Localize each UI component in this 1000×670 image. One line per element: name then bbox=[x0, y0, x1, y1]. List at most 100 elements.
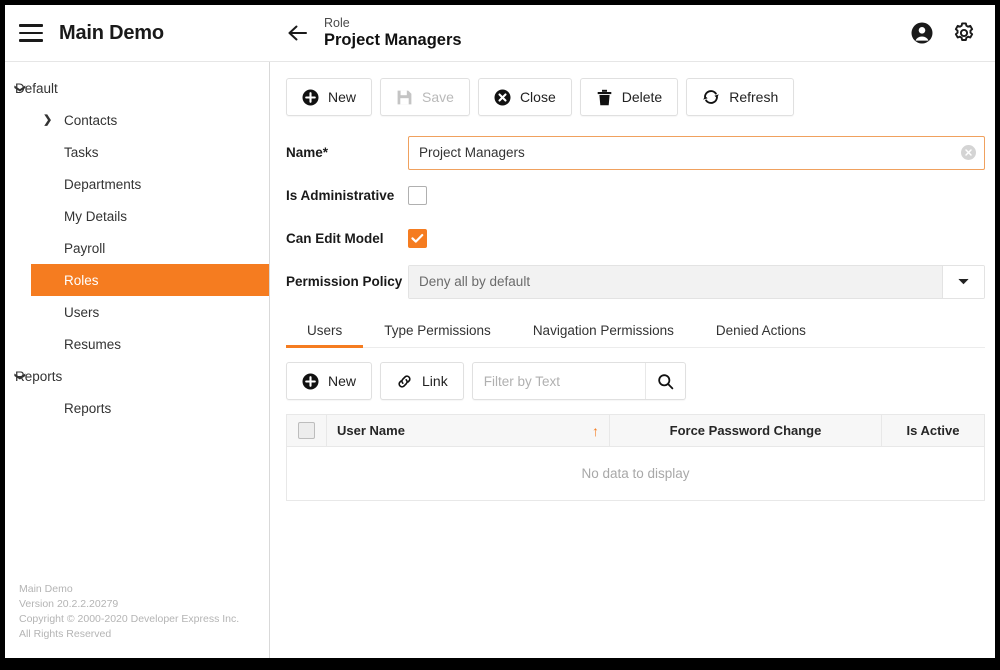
sidebar-item-users[interactable]: Users bbox=[5, 296, 269, 328]
name-label: Name* bbox=[286, 145, 408, 160]
arrow-left-icon[interactable] bbox=[284, 19, 312, 47]
refresh-button[interactable]: Refresh bbox=[686, 78, 794, 116]
grid-new-button[interactable]: New bbox=[286, 362, 372, 400]
footer-rights: All Rights Reserved bbox=[19, 627, 269, 642]
sidebar-item-reports[interactable]: ❯Reports bbox=[5, 360, 269, 392]
sidebar-item-resumes[interactable]: Resumes bbox=[5, 328, 269, 360]
sidebar-item-label: My Details bbox=[64, 209, 127, 224]
grid-column-is-active-label: Is Active bbox=[907, 423, 960, 438]
account-circle-icon[interactable] bbox=[907, 18, 937, 48]
new-label: New bbox=[328, 89, 356, 105]
refresh-label: Refresh bbox=[729, 89, 778, 105]
grid-column-is-active[interactable]: Is Active bbox=[882, 415, 984, 446]
plus-circle-icon bbox=[302, 373, 319, 390]
tab-denied-actions[interactable]: Denied Actions bbox=[695, 316, 827, 347]
footer-version: Version 20.2.2.20279 bbox=[19, 597, 269, 612]
sidebar-item-label: Users bbox=[64, 305, 99, 320]
grid-link-button[interactable]: Link bbox=[380, 362, 464, 400]
sidebar-item-label: Tasks bbox=[64, 145, 99, 160]
close-label: Close bbox=[520, 89, 556, 105]
form-row-is-administrative: Is Administrative bbox=[286, 177, 985, 214]
footer-app-name: Main Demo bbox=[19, 582, 269, 597]
delete-label: Delete bbox=[622, 89, 662, 105]
hamburger-menu-icon[interactable] bbox=[19, 24, 43, 42]
is-administrative-checkbox[interactable] bbox=[408, 186, 427, 205]
chevron-right-icon[interactable]: ❯ bbox=[43, 115, 52, 126]
grid-column-user-name-label: User Name bbox=[337, 423, 405, 438]
sidebar-item-label: Reports bbox=[64, 401, 111, 416]
sidebar-item-label: Roles bbox=[64, 273, 99, 288]
clear-circle-icon[interactable] bbox=[961, 145, 976, 160]
refresh-icon bbox=[702, 88, 720, 106]
can-edit-model-checkbox[interactable] bbox=[408, 229, 427, 248]
grid-select-all-cell bbox=[287, 415, 327, 446]
grid-empty-message: No data to display bbox=[287, 447, 984, 500]
save-label: Save bbox=[422, 89, 454, 105]
is-administrative-label: Is Administrative bbox=[286, 188, 408, 203]
sidebar-item-departments[interactable]: Departments bbox=[5, 168, 269, 200]
can-edit-model-label: Can Edit Model bbox=[286, 231, 408, 246]
footer-copyright: Copyright © 2000-2020 Developer Express … bbox=[19, 612, 269, 627]
app-title: Main Demo bbox=[59, 22, 164, 45]
sidebar-item-tasks[interactable]: Tasks bbox=[5, 136, 269, 168]
name-field[interactable]: Project Managers bbox=[408, 136, 985, 170]
sidebar-footer: Main Demo Version 20.2.2.20279 Copyright… bbox=[5, 582, 269, 658]
filter-input[interactable]: Filter by Text bbox=[473, 363, 645, 399]
grid-new-label: New bbox=[328, 373, 356, 389]
hamburger-line bbox=[19, 39, 43, 42]
page-title: Project Managers bbox=[324, 31, 895, 50]
tab-users[interactable]: Users bbox=[286, 316, 363, 347]
sidebar-item-label: Departments bbox=[64, 177, 141, 192]
x-circle-icon bbox=[494, 89, 511, 106]
gear-icon[interactable] bbox=[949, 18, 979, 48]
permission-policy-value: Deny all by default bbox=[409, 266, 942, 298]
grid-select-all-checkbox[interactable] bbox=[298, 422, 315, 439]
chevron-down-icon[interactable]: ❯ bbox=[14, 371, 25, 380]
grid-column-user-name[interactable]: User Name ↑ bbox=[327, 415, 610, 446]
delete-button[interactable]: Delete bbox=[580, 78, 678, 116]
plus-circle-icon bbox=[302, 89, 319, 106]
form-row-name: Name* Project Managers bbox=[286, 134, 985, 171]
sidebar-item-payroll[interactable]: Payroll bbox=[5, 232, 269, 264]
chevron-down-icon[interactable]: ❯ bbox=[14, 83, 25, 92]
grid-header-row: User Name ↑ Force Password Change Is Act… bbox=[287, 415, 984, 447]
sidebar-item-label: Resumes bbox=[64, 337, 121, 352]
users-grid: User Name ↑ Force Password Change Is Act… bbox=[286, 414, 985, 501]
sidebar-item-contacts[interactable]: ❯Contacts bbox=[5, 104, 269, 136]
chevron-down-icon[interactable] bbox=[942, 266, 984, 298]
sidebar-item-my-details[interactable]: My Details bbox=[5, 200, 269, 232]
grid-column-force-password-change[interactable]: Force Password Change bbox=[610, 415, 882, 446]
sidebar-item-roles[interactable]: Roles bbox=[31, 264, 269, 296]
record-toolbar: New Save Close Delete Refresh bbox=[286, 78, 985, 116]
top-bar-right-section: Role Project Managers bbox=[270, 5, 995, 61]
top-bar-left-section: Main Demo bbox=[5, 5, 270, 61]
grid-link-label: Link bbox=[422, 373, 448, 389]
hamburger-line bbox=[19, 32, 43, 35]
permission-policy-select[interactable]: Deny all by default bbox=[408, 265, 985, 299]
application-window: Main Demo Role Project Managers bbox=[5, 5, 995, 658]
sidebar: ❯Default❯Contacts Tasks Departments My Deta… bbox=[5, 62, 270, 658]
floppy-disk-icon bbox=[396, 89, 413, 106]
filter-box: Filter by Text bbox=[472, 362, 686, 400]
tab-type-permissions[interactable]: Type Permissions bbox=[363, 316, 512, 347]
sidebar-nav-list: ❯Default❯Contacts Tasks Departments My Deta… bbox=[5, 62, 269, 582]
header-kicker: Role bbox=[324, 16, 895, 30]
breadcrumb: Role Project Managers bbox=[324, 16, 895, 50]
hamburger-line bbox=[19, 24, 43, 27]
save-button: Save bbox=[380, 78, 470, 116]
link-chain-icon bbox=[396, 373, 413, 390]
body-container: ❯Default❯Contacts Tasks Departments My Deta… bbox=[5, 62, 995, 658]
grid-toolbar: New Link Filter by Text bbox=[286, 362, 985, 400]
tab-navigation-permissions[interactable]: Navigation Permissions bbox=[512, 316, 695, 347]
search-icon[interactable] bbox=[645, 363, 685, 399]
sidebar-item-reports[interactable]: Reports bbox=[5, 392, 269, 424]
trash-icon bbox=[596, 89, 613, 106]
content-area: New Save Close Delete Refresh Name* Project … bbox=[270, 62, 995, 658]
name-input[interactable]: Project Managers bbox=[419, 145, 961, 160]
permission-policy-label: Permission Policy bbox=[286, 274, 408, 289]
new-button[interactable]: New bbox=[286, 78, 372, 116]
top-bar: Main Demo Role Project Managers bbox=[5, 5, 995, 62]
close-button[interactable]: Close bbox=[478, 78, 572, 116]
detail-tabs: UsersType PermissionsNavigation Permissi… bbox=[286, 316, 985, 348]
sidebar-item-default[interactable]: ❯Default bbox=[5, 72, 269, 104]
